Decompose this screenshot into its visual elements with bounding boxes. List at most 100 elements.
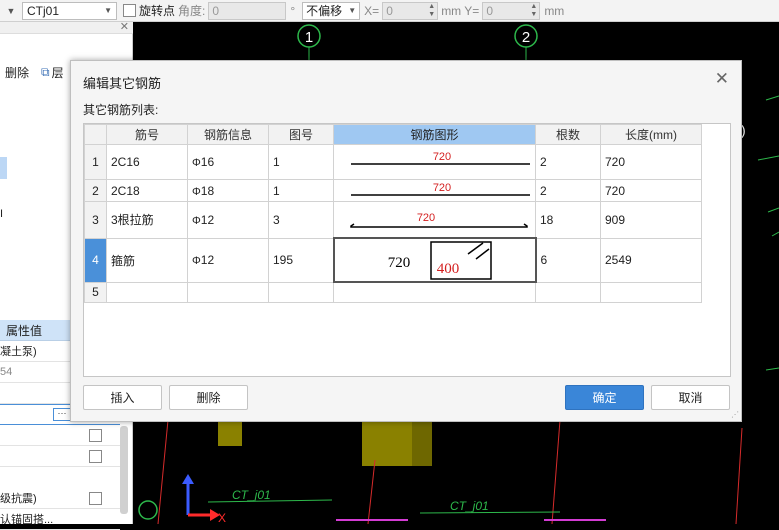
cell-shape-no[interactable]: 1 bbox=[268, 144, 334, 180]
cell-count[interactable]: 18 bbox=[535, 201, 601, 239]
ok-button[interactable]: 确定 bbox=[565, 385, 644, 410]
cell-bar-shape[interactable]: 720 bbox=[333, 201, 536, 239]
more-options-button[interactable]: ··· bbox=[53, 408, 71, 421]
property-row[interactable]: 认锚固搭... bbox=[0, 509, 120, 530]
property-row-value: 级抗震) bbox=[0, 493, 37, 505]
cell-bar-info[interactable]: Φ16 bbox=[187, 144, 269, 180]
row-index[interactable]: 4 bbox=[84, 237, 107, 283]
column-header-bar-info[interactable]: 钢筋信息 bbox=[187, 124, 269, 145]
cell-bar-shape[interactable]: 720 bbox=[333, 144, 536, 180]
cell-bar-no[interactable]: 箍筋 bbox=[106, 237, 188, 283]
cell-count[interactable] bbox=[535, 281, 601, 303]
cell-bar-info[interactable]: Φ18 bbox=[187, 179, 269, 202]
element-name-combo[interactable]: CTj01 ▼ bbox=[22, 1, 117, 20]
y-input[interactable]: 0 ▲ ▼ bbox=[482, 1, 541, 20]
axis-x-label: X bbox=[218, 511, 226, 524]
cancel-button[interactable]: 取消 bbox=[651, 385, 730, 410]
cell-count[interactable]: 2 bbox=[535, 144, 601, 180]
cell-bar-shape[interactable] bbox=[333, 281, 536, 303]
cell-shape-no[interactable]: 195 bbox=[268, 237, 334, 283]
cell-shape-no[interactable]: 3 bbox=[268, 201, 334, 239]
column-header-length[interactable]: 长度(mm) bbox=[600, 124, 702, 145]
cell-count[interactable]: 2 bbox=[535, 179, 601, 202]
angle-input[interactable]: 0 bbox=[208, 1, 287, 20]
cell-bar-shape[interactable]: 720 bbox=[333, 179, 536, 202]
property-row[interactable]: 级抗震) bbox=[0, 488, 120, 509]
column-header-bar-shape[interactable]: 钢筋图形 bbox=[333, 124, 536, 145]
cell-length[interactable]: 720 bbox=[600, 144, 702, 180]
column-header-count[interactable]: 根数 bbox=[535, 124, 601, 145]
corner-header[interactable] bbox=[84, 124, 107, 145]
row-index[interactable]: 5 bbox=[84, 281, 107, 303]
column-header-bar-no[interactable]: 筋号 bbox=[106, 124, 188, 145]
cell-shape-no[interactable] bbox=[268, 281, 334, 303]
cell-bar-no[interactable] bbox=[106, 281, 188, 303]
cell-length[interactable]: 720 bbox=[600, 179, 702, 202]
table-header-row: 筋号 钢筋信息 图号 钢筋图形 根数 长度(mm) bbox=[84, 124, 702, 145]
cell-length[interactable]: 2549 bbox=[600, 237, 702, 283]
chevron-down-icon[interactable]: ▼ bbox=[0, 6, 22, 16]
x-value: 0 bbox=[386, 3, 393, 18]
selected-item-highlight[interactable] bbox=[0, 157, 7, 179]
table-row-selected[interactable]: 4 箍筋 Φ12 195 720 400 6 2549 bbox=[84, 237, 702, 283]
cell-bar-no[interactable]: 2C18 bbox=[106, 179, 188, 202]
ct-label-2: CT_j01 bbox=[450, 499, 489, 513]
shape-dimension: 720 bbox=[433, 151, 451, 163]
table-row[interactable]: 2 2C18 Φ18 1 720 2 720 bbox=[84, 179, 702, 202]
cell-bar-no[interactable]: 3根拉筋 bbox=[106, 201, 188, 239]
property-row-value: 54 bbox=[0, 366, 13, 378]
shape-dimension-2: 400 bbox=[436, 261, 459, 277]
list-marker: I bbox=[0, 208, 4, 220]
resize-grip-icon[interactable]: ⋰ bbox=[731, 410, 739, 419]
column-header-shape-no[interactable]: 图号 bbox=[268, 124, 334, 145]
cell-bar-info[interactable] bbox=[187, 281, 269, 303]
layer-button[interactable]: 层 bbox=[52, 64, 64, 81]
rebar-table[interactable]: 筋号 钢筋信息 图号 钢筋图形 根数 长度(mm) 1 2C16 Φ16 1 7… bbox=[83, 123, 731, 377]
shape-dimension: 720 bbox=[433, 182, 451, 194]
scrollbar[interactable] bbox=[120, 426, 128, 514]
edit-other-rebar-dialog: 编辑其它钢筋 ✕ 其它钢筋列表: 筋号 钢筋信息 图号 钢筋图形 根数 长度(m… bbox=[70, 60, 742, 422]
bar-diameter: 12 bbox=[200, 253, 215, 267]
cell-bar-info[interactable]: Φ12 bbox=[187, 237, 269, 283]
angle-label: 角度: bbox=[178, 4, 206, 18]
cell-bar-no[interactable]: 2C16 bbox=[106, 144, 188, 180]
cell-shape-no[interactable]: 1 bbox=[268, 179, 334, 202]
offset-combo[interactable]: 不偏移 ▼ bbox=[302, 1, 361, 20]
rebar-grade-icon: Φ bbox=[192, 255, 201, 267]
row-index[interactable]: 2 bbox=[84, 179, 107, 202]
property-row[interactable] bbox=[0, 425, 120, 446]
table-row[interactable]: 1 2C16 Φ16 1 720 2 720 bbox=[84, 144, 702, 180]
delete-button[interactable]: 删除 bbox=[169, 385, 248, 410]
shape-dimension: 720 bbox=[387, 255, 410, 271]
mm-y-label: mm Y= bbox=[441, 3, 480, 18]
top-toolbar: ▼ CTj01 ▼ 旋转点 角度: 0 ° 不偏移 ▼ X= 0 ▲ ▼ mm Y… bbox=[0, 0, 779, 22]
rotate-point-checkbox[interactable] bbox=[123, 4, 136, 17]
spin-arrows-icon[interactable]: ▲ ▼ bbox=[428, 3, 435, 19]
close-icon[interactable]: ✕ bbox=[715, 69, 729, 89]
table-row[interactable]: 5 bbox=[84, 281, 702, 303]
table-row[interactable]: 3 3根拉筋 Φ12 3 720 18 909 bbox=[84, 201, 702, 239]
close-icon[interactable]: ✕ bbox=[120, 20, 129, 33]
cell-count[interactable]: 6 bbox=[535, 237, 601, 283]
chevron-down-icon: ▼ bbox=[348, 6, 357, 15]
straight-bar-shape: 720 bbox=[351, 182, 530, 196]
cell-length[interactable] bbox=[600, 281, 702, 303]
cell-bar-info[interactable]: Φ12 bbox=[187, 201, 269, 239]
property-row[interactable] bbox=[0, 446, 120, 467]
cell-length[interactable]: 909 bbox=[600, 201, 702, 239]
row-index[interactable]: 1 bbox=[84, 144, 107, 180]
bar-diameter: 12 bbox=[200, 212, 215, 227]
insert-button[interactable]: 插入 bbox=[83, 385, 162, 410]
copy-icon[interactable]: ⧉ bbox=[41, 65, 50, 80]
spin-arrows-icon[interactable]: ▲ ▼ bbox=[530, 3, 537, 19]
element-name-value: CTj01 bbox=[27, 3, 60, 18]
property-checkbox[interactable] bbox=[89, 491, 102, 505]
x-input[interactable]: 0 ▲ ▼ bbox=[382, 1, 439, 20]
cell-bar-shape[interactable]: 720 400 bbox=[332, 237, 537, 283]
axis-label-1: 1 bbox=[305, 29, 313, 46]
property-checkbox[interactable] bbox=[89, 449, 102, 463]
row-index[interactable]: 3 bbox=[84, 201, 107, 239]
delete-button[interactable]: 删除 bbox=[5, 64, 29, 81]
tie-bar-shape: 720 bbox=[350, 212, 528, 228]
property-checkbox[interactable] bbox=[89, 428, 102, 442]
